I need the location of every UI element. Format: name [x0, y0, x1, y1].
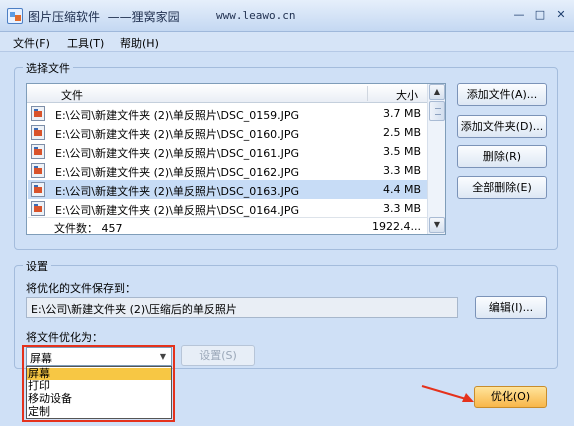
menu-file[interactable]: 文件(F) [13, 35, 50, 51]
window-title-url: www.leawo.cn [216, 9, 296, 22]
file-path: E:\公司\新建文件夹 (2)\单反照片\DSC_0163.JPG [55, 185, 300, 198]
file-row[interactable]: E:\公司\新建文件夹 (2)\单反照片\DSC_0162.JPG 3.3 MB [28, 161, 427, 180]
file-list[interactable]: 文件 大小 E:\公司\新建文件夹 (2)\单反照片\DSC_0159.JPG … [26, 83, 446, 235]
delete-all-button[interactable]: 全部删除(E) [457, 176, 547, 199]
scroll-up-arrow-icon[interactable]: ▲ [429, 84, 445, 100]
image-file-icon [31, 163, 45, 178]
save-path-field: E:\公司\新建文件夹 (2)\压缩后的单反照片 [26, 297, 458, 318]
total-size: 1922.4... [372, 220, 421, 233]
optimize-button[interactable]: 优化(O) [474, 386, 547, 408]
optimize-for-value: 屏幕 [30, 352, 52, 365]
file-select-group-title: 选择文件 [23, 60, 73, 76]
file-list-scrollbar[interactable]: ▲ ▼ [427, 84, 445, 234]
optimize-for-label: 将文件优化为： [26, 331, 103, 344]
edit-button[interactable]: 编辑(I)... [475, 296, 547, 319]
column-header-size[interactable]: 大小 [396, 87, 418, 103]
window-title: 图片压缩软件 ——狸窝家园 [28, 10, 180, 24]
file-row[interactable]: E:\公司\新建文件夹 (2)\单反照片\DSC_0159.JPG 3.7 MB [28, 104, 427, 123]
file-path: E:\公司\新建文件夹 (2)\单反照片\DSC_0162.JPG [55, 166, 300, 179]
menu-bar: 文件(F) 工具(T) 帮助(H) [0, 32, 574, 52]
chevron-down-icon[interactable]: ▼ [156, 349, 170, 364]
option-custom[interactable]: 定制 [27, 406, 171, 418]
file-list-footer: 文件数： 457 1922.4... [28, 217, 427, 235]
scroll-down-arrow-icon[interactable]: ▼ [429, 217, 445, 233]
option-mobile[interactable]: 移动设备 [27, 393, 171, 405]
file-size: 3.7 MB [382, 107, 421, 120]
file-count: 文件数： 457 [54, 222, 123, 235]
image-file-icon [31, 106, 45, 121]
minimize-button[interactable]: — [510, 9, 528, 23]
file-size: 3.3 MB [382, 164, 421, 177]
close-button[interactable]: ✕ [552, 9, 570, 23]
file-path: E:\公司\新建文件夹 (2)\单反照片\DSC_0164.JPG [55, 204, 300, 217]
column-divider[interactable] [367, 86, 368, 101]
image-file-icon [31, 144, 45, 159]
settings-group-title: 设置 [23, 258, 51, 274]
option-print[interactable]: 打印 [27, 380, 171, 392]
optimize-dropdown-list[interactable]: 屏幕 打印 移动设备 定制 [26, 366, 172, 419]
file-row[interactable]: E:\公司\新建文件夹 (2)\单反照片\DSC_0161.JPG 3.5 MB [28, 142, 427, 161]
settings-button[interactable]: 设置(S) [181, 345, 255, 366]
file-path: E:\公司\新建文件夹 (2)\单反照片\DSC_0160.JPG [55, 128, 300, 141]
file-size: 4.4 MB [382, 183, 421, 196]
file-size: 3.3 MB [382, 202, 421, 215]
app-icon [7, 8, 23, 24]
file-row-selected[interactable]: E:\公司\新建文件夹 (2)\单反照片\DSC_0163.JPG 4.4 MB [28, 180, 427, 199]
menu-help[interactable]: 帮助(H) [120, 35, 159, 51]
image-file-icon [31, 182, 45, 197]
title-bar: 图片压缩软件 ——狸窝家园 www.leawo.cn — □ ✕ [0, 0, 574, 32]
optimize-for-select[interactable]: 屏幕 ▼ [26, 347, 172, 366]
column-header-file[interactable]: 文件 [61, 87, 83, 103]
delete-button[interactable]: 删除(R) [457, 145, 547, 168]
image-file-icon [31, 201, 45, 216]
add-file-button[interactable]: 添加文件(A)... [457, 83, 547, 106]
pointer-arrow-icon [421, 385, 474, 402]
file-row[interactable]: E:\公司\新建文件夹 (2)\单反照片\DSC_0160.JPG 2.5 MB [28, 123, 427, 142]
maximize-button[interactable]: □ [531, 9, 549, 23]
file-row[interactable]: E:\公司\新建文件夹 (2)\单反照片\DSC_0164.JPG 3.3 MB [28, 199, 427, 218]
menu-tools[interactable]: 工具(T) [67, 35, 104, 51]
file-list-header: 文件 大小 [27, 84, 427, 103]
file-path: E:\公司\新建文件夹 (2)\单反照片\DSC_0161.JPG [55, 147, 300, 160]
file-size: 3.5 MB [382, 145, 421, 158]
file-size: 2.5 MB [382, 126, 421, 139]
image-file-icon [31, 125, 45, 140]
scroll-thumb[interactable] [429, 101, 445, 121]
add-folder-button[interactable]: 添加文件夹(D)... [457, 115, 547, 138]
file-path: E:\公司\新建文件夹 (2)\单反照片\DSC_0159.JPG [55, 109, 300, 122]
save-path-label: 将优化的文件保存到： [26, 282, 136, 295]
